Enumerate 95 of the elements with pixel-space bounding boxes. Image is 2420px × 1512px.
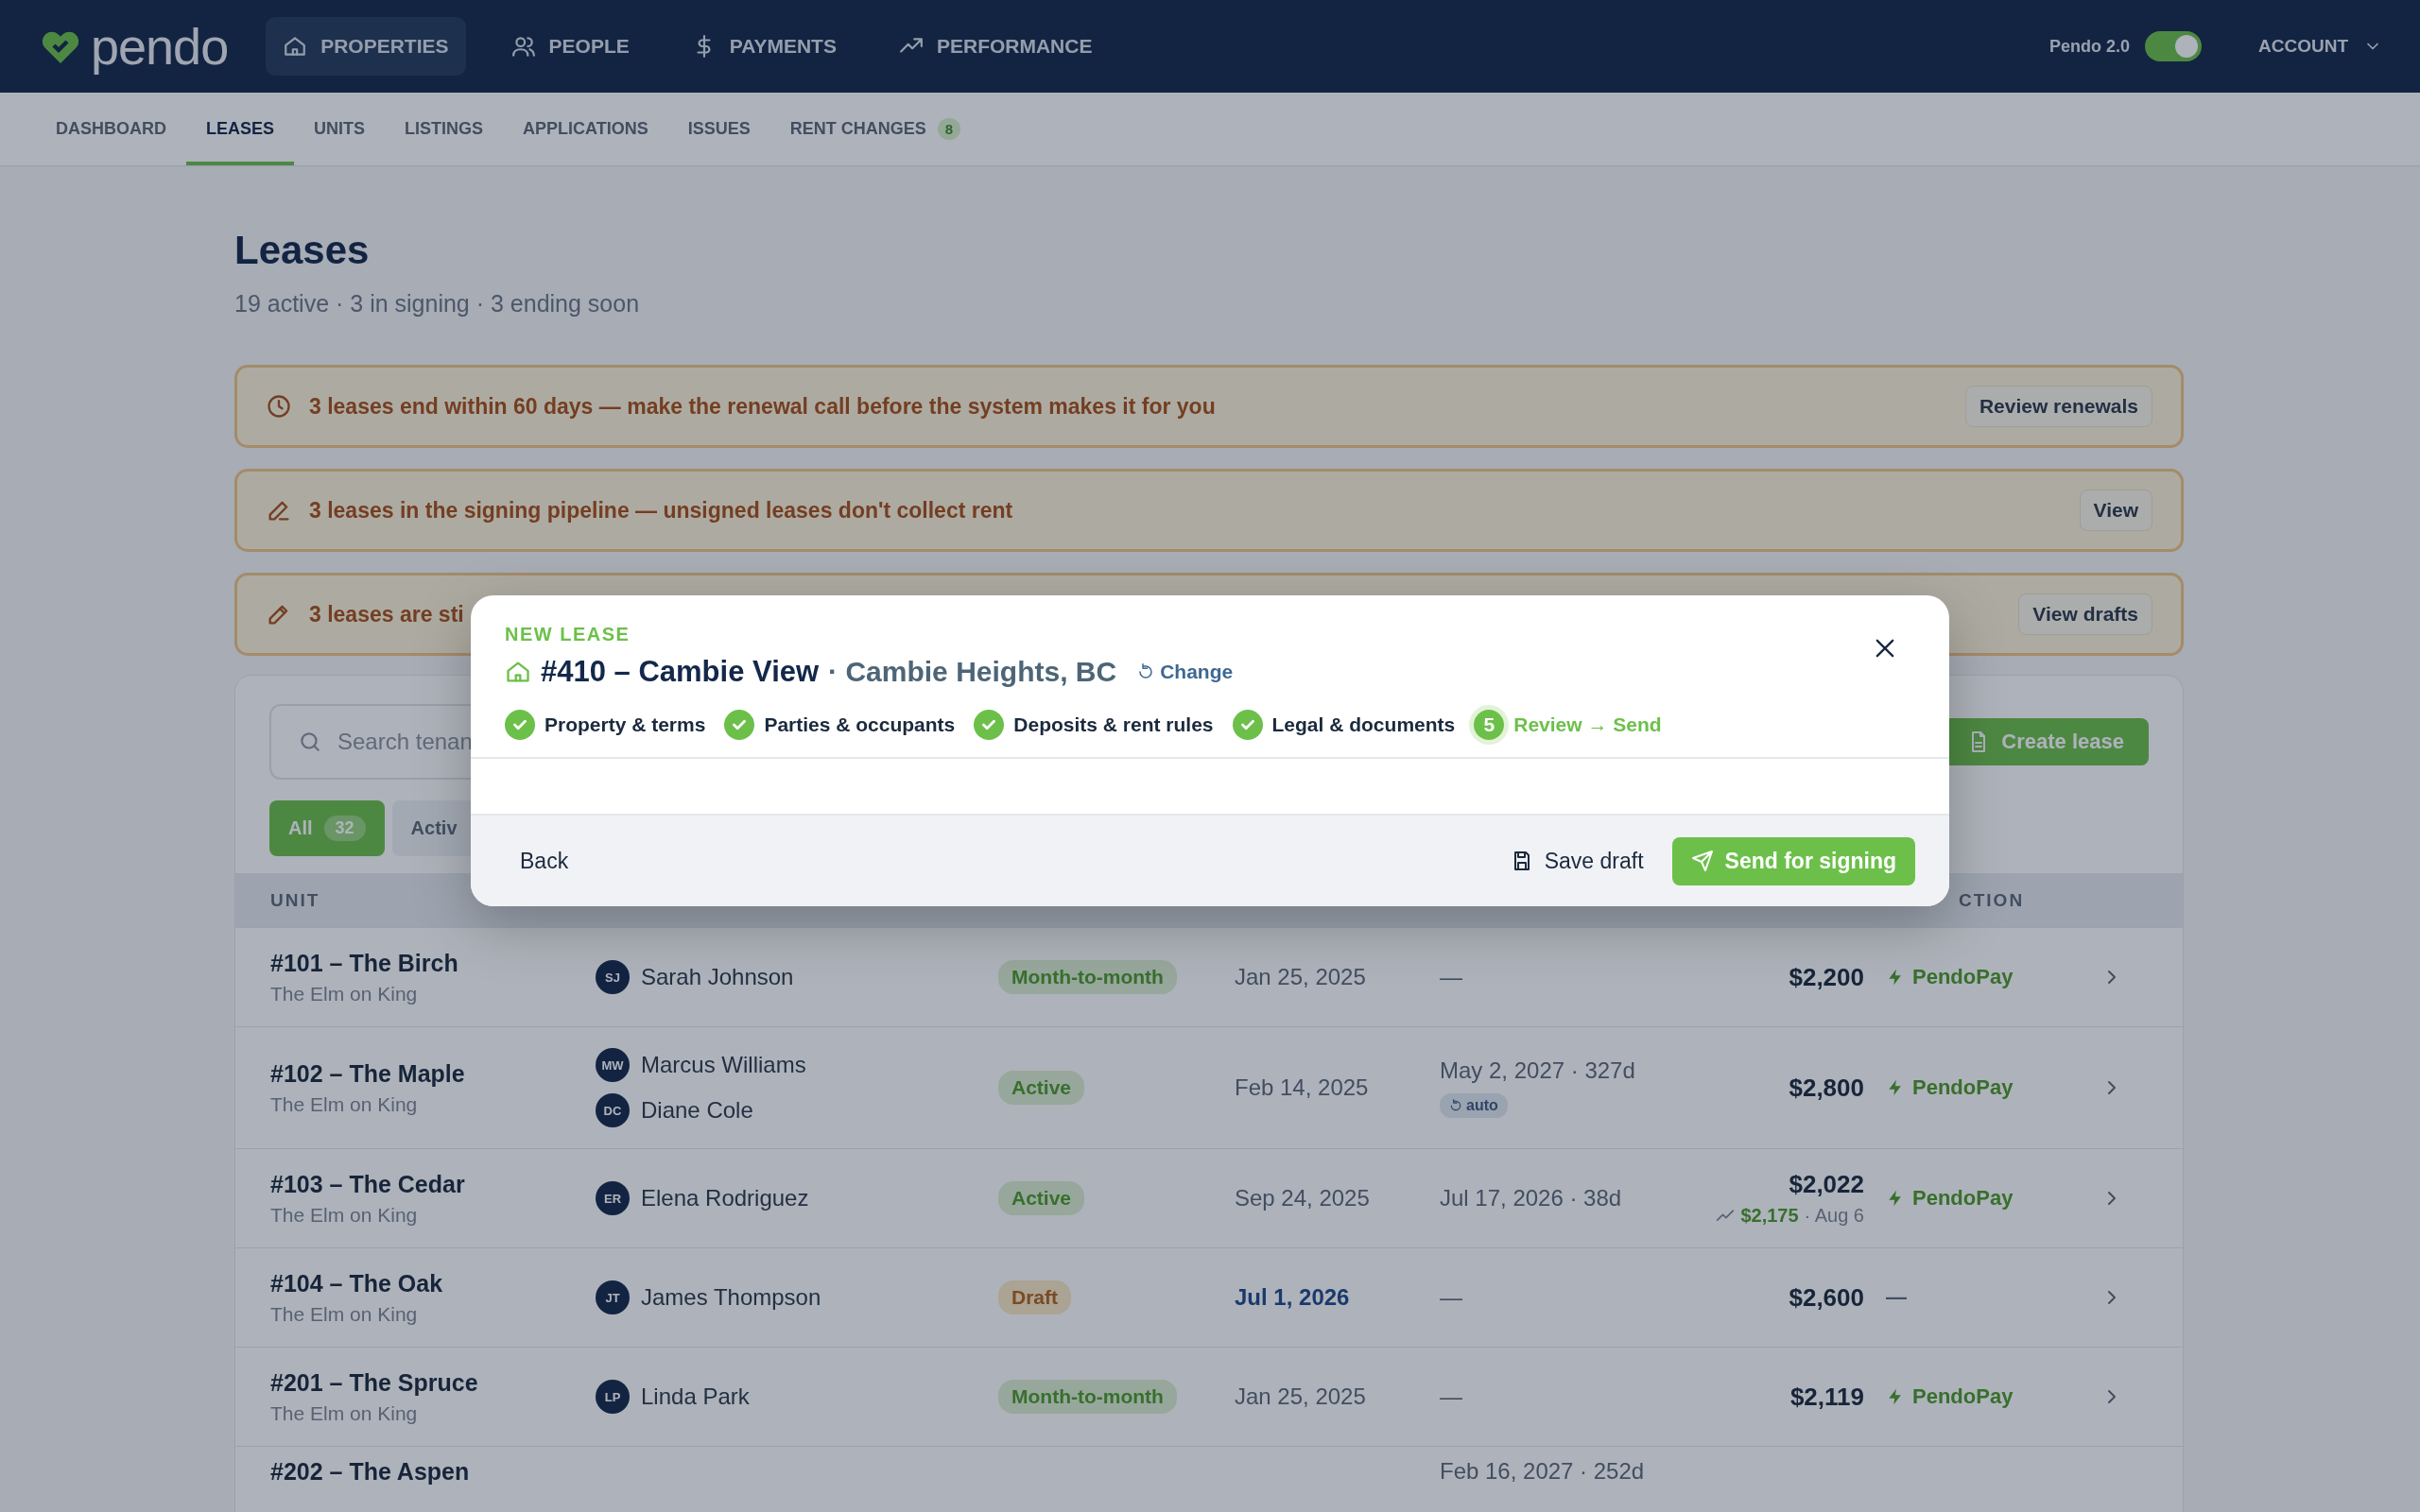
back-button[interactable]: Back	[505, 838, 584, 884]
page-subtitle: 19 active · 3 in signing · 3 ending soon	[234, 290, 641, 318]
dialog-eyebrow: NEW LEASE	[505, 624, 631, 645]
alert-text: 3 leases in the signing pipeline — unsigned leases don't collect rent	[309, 497, 1014, 524]
undo-icon	[1137, 663, 1155, 680]
avatar: DC	[596, 1093, 630, 1127]
property-name: The Elm on King	[270, 1401, 419, 1425]
sub-tab[interactable]: ISSUES	[667, 93, 770, 165]
people-icon	[510, 34, 536, 59]
end-date: Feb 16, 2027 · 252d	[1440, 1458, 1645, 1485]
sub-tab[interactable]: DASHBOARD	[36, 93, 186, 165]
tenant-name: Elena Rodriguez	[641, 1185, 809, 1211]
save-draft-button[interactable]: Save draft	[1496, 838, 1657, 884]
tenant-name: Diane Cole	[641, 1097, 753, 1124]
payment-method: PendoPay	[1912, 1075, 2014, 1100]
start-date: Feb 14, 2025	[1235, 1074, 1370, 1101]
search-icon	[298, 730, 322, 754]
wizard-step[interactable]: Property & terms	[505, 710, 706, 740]
status-badge: Month-to-month	[998, 960, 1177, 994]
clock-icon	[266, 393, 292, 420]
alert-action-button[interactable]: Review renewals	[1964, 386, 2152, 427]
property-name: The Elm on King	[270, 1203, 419, 1227]
rent-amount: $2,022	[1789, 1170, 1864, 1199]
status-badge: Active	[998, 1071, 1085, 1105]
start-date: Jan 25, 2025	[1235, 964, 1367, 990]
end-date: —	[1440, 1284, 1462, 1311]
unit-name: #101 – The Birch	[270, 949, 459, 977]
send-icon	[1690, 850, 1714, 872]
unit-name: #104 – The Oak	[270, 1269, 444, 1297]
sub-tab[interactable]: LEASES	[186, 93, 295, 165]
tenant-name: Linda Park	[641, 1383, 750, 1410]
status-badge: Active	[998, 1181, 1085, 1215]
tenant-name: Marcus Williams	[641, 1052, 806, 1078]
sub-tab[interactable]: UNITS	[294, 93, 386, 165]
property-name: The Elm on King	[270, 1302, 419, 1326]
renew-icon	[1449, 1099, 1462, 1112]
house-icon	[283, 34, 308, 59]
end-date: —	[1440, 964, 1462, 990]
tenant-name: James Thompson	[641, 1284, 821, 1311]
toggle-label: Pendo 2.0	[2048, 36, 2130, 57]
payment-method: PendoPay	[1912, 1186, 2014, 1211]
payment-method: —	[1886, 1285, 1907, 1310]
alert-text: 3 leases end within 60 days — make the renewal call before the system makes it for you	[309, 393, 1217, 420]
status-badge: Draft	[998, 1280, 1071, 1314]
rent-amount: $2,119	[1789, 1382, 1864, 1412]
start-date: Jan 25, 2025	[1235, 1383, 1367, 1410]
sub-tab[interactable]: RENT CHANGES 8	[769, 93, 981, 165]
new-rent: $2,175	[1740, 1205, 1799, 1227]
unit-name: #103 – The Cedar	[270, 1170, 466, 1198]
sub-tab[interactable]: LISTINGS	[385, 93, 504, 165]
property-name: The Elm on King	[270, 982, 419, 1005]
payment-method: PendoPay	[1912, 1384, 2014, 1409]
end-date: May 2, 2027 · 327d	[1440, 1057, 1635, 1084]
change-link[interactable]: Change	[1126, 661, 1234, 683]
sub-tab[interactable]: APPLICATIONS	[503, 93, 668, 165]
property-name: The Elm on King	[270, 1092, 419, 1116]
change-date: · Aug 6	[1804, 1205, 1864, 1227]
rent-amount: $2,200	[1789, 962, 1864, 992]
tenant-name: Sarah Johnson	[641, 964, 794, 990]
wizard-step[interactable]: Parties & occupants	[724, 710, 956, 740]
avatar: MW	[596, 1048, 630, 1082]
nav-item[interactable]: PEOPLE	[493, 17, 647, 76]
toggle-switch[interactable]	[2145, 31, 2202, 61]
alert-text: 3 leases are sti	[309, 601, 465, 627]
property-location: · Cambie Heights, BC	[828, 656, 1117, 688]
page-title: Leases	[234, 228, 371, 273]
nav-item[interactable]: PAYMENTS	[674, 17, 854, 76]
payment-method: PendoPay	[1912, 965, 2014, 989]
alert-action-button[interactable]: View	[2079, 490, 2152, 531]
alert-action-button[interactable]: View drafts	[2018, 593, 2152, 635]
dialog-title: #410 – Cambie View	[541, 655, 820, 689]
avatar: LP	[596, 1380, 630, 1414]
rent-amount: $2,800	[1789, 1073, 1864, 1103]
auto-renew-badge: auto	[1440, 1093, 1508, 1118]
avatar: JT	[596, 1280, 630, 1314]
nav-item[interactable]: PROPERTIES	[266, 17, 466, 76]
end-date: —	[1440, 1383, 1462, 1410]
count-badge: 8	[937, 118, 961, 140]
wizard-step[interactable]: Deposits & rent rules	[974, 710, 1214, 740]
start-date: Sep 24, 2025	[1235, 1185, 1371, 1211]
column-header: CTION	[1958, 889, 2026, 911]
unit-name: #102 – The Maple	[270, 1059, 466, 1088]
unit-name: #201 – The Spruce	[270, 1368, 479, 1397]
avatar: ER	[596, 1181, 630, 1215]
logo-text[interactable]: pendo	[91, 17, 229, 76]
account-menu[interactable]: ACCOUNT	[2258, 36, 2382, 57]
rent-amount: $2,600	[1789, 1282, 1864, 1313]
wizard-step[interactable]: Legal & documents	[1232, 710, 1456, 740]
unit-name: #202 – The Aspen	[270, 1458, 471, 1486]
end-date: Jul 17, 2026 · 38d	[1440, 1185, 1622, 1211]
nav-item[interactable]: PERFORMANCE	[881, 17, 1110, 76]
avatar: SJ	[596, 960, 630, 994]
status-badge: Month-to-month	[998, 1380, 1177, 1414]
start-date: Jul 1, 2026	[1235, 1284, 1351, 1311]
column-header: UNIT	[270, 889, 321, 911]
